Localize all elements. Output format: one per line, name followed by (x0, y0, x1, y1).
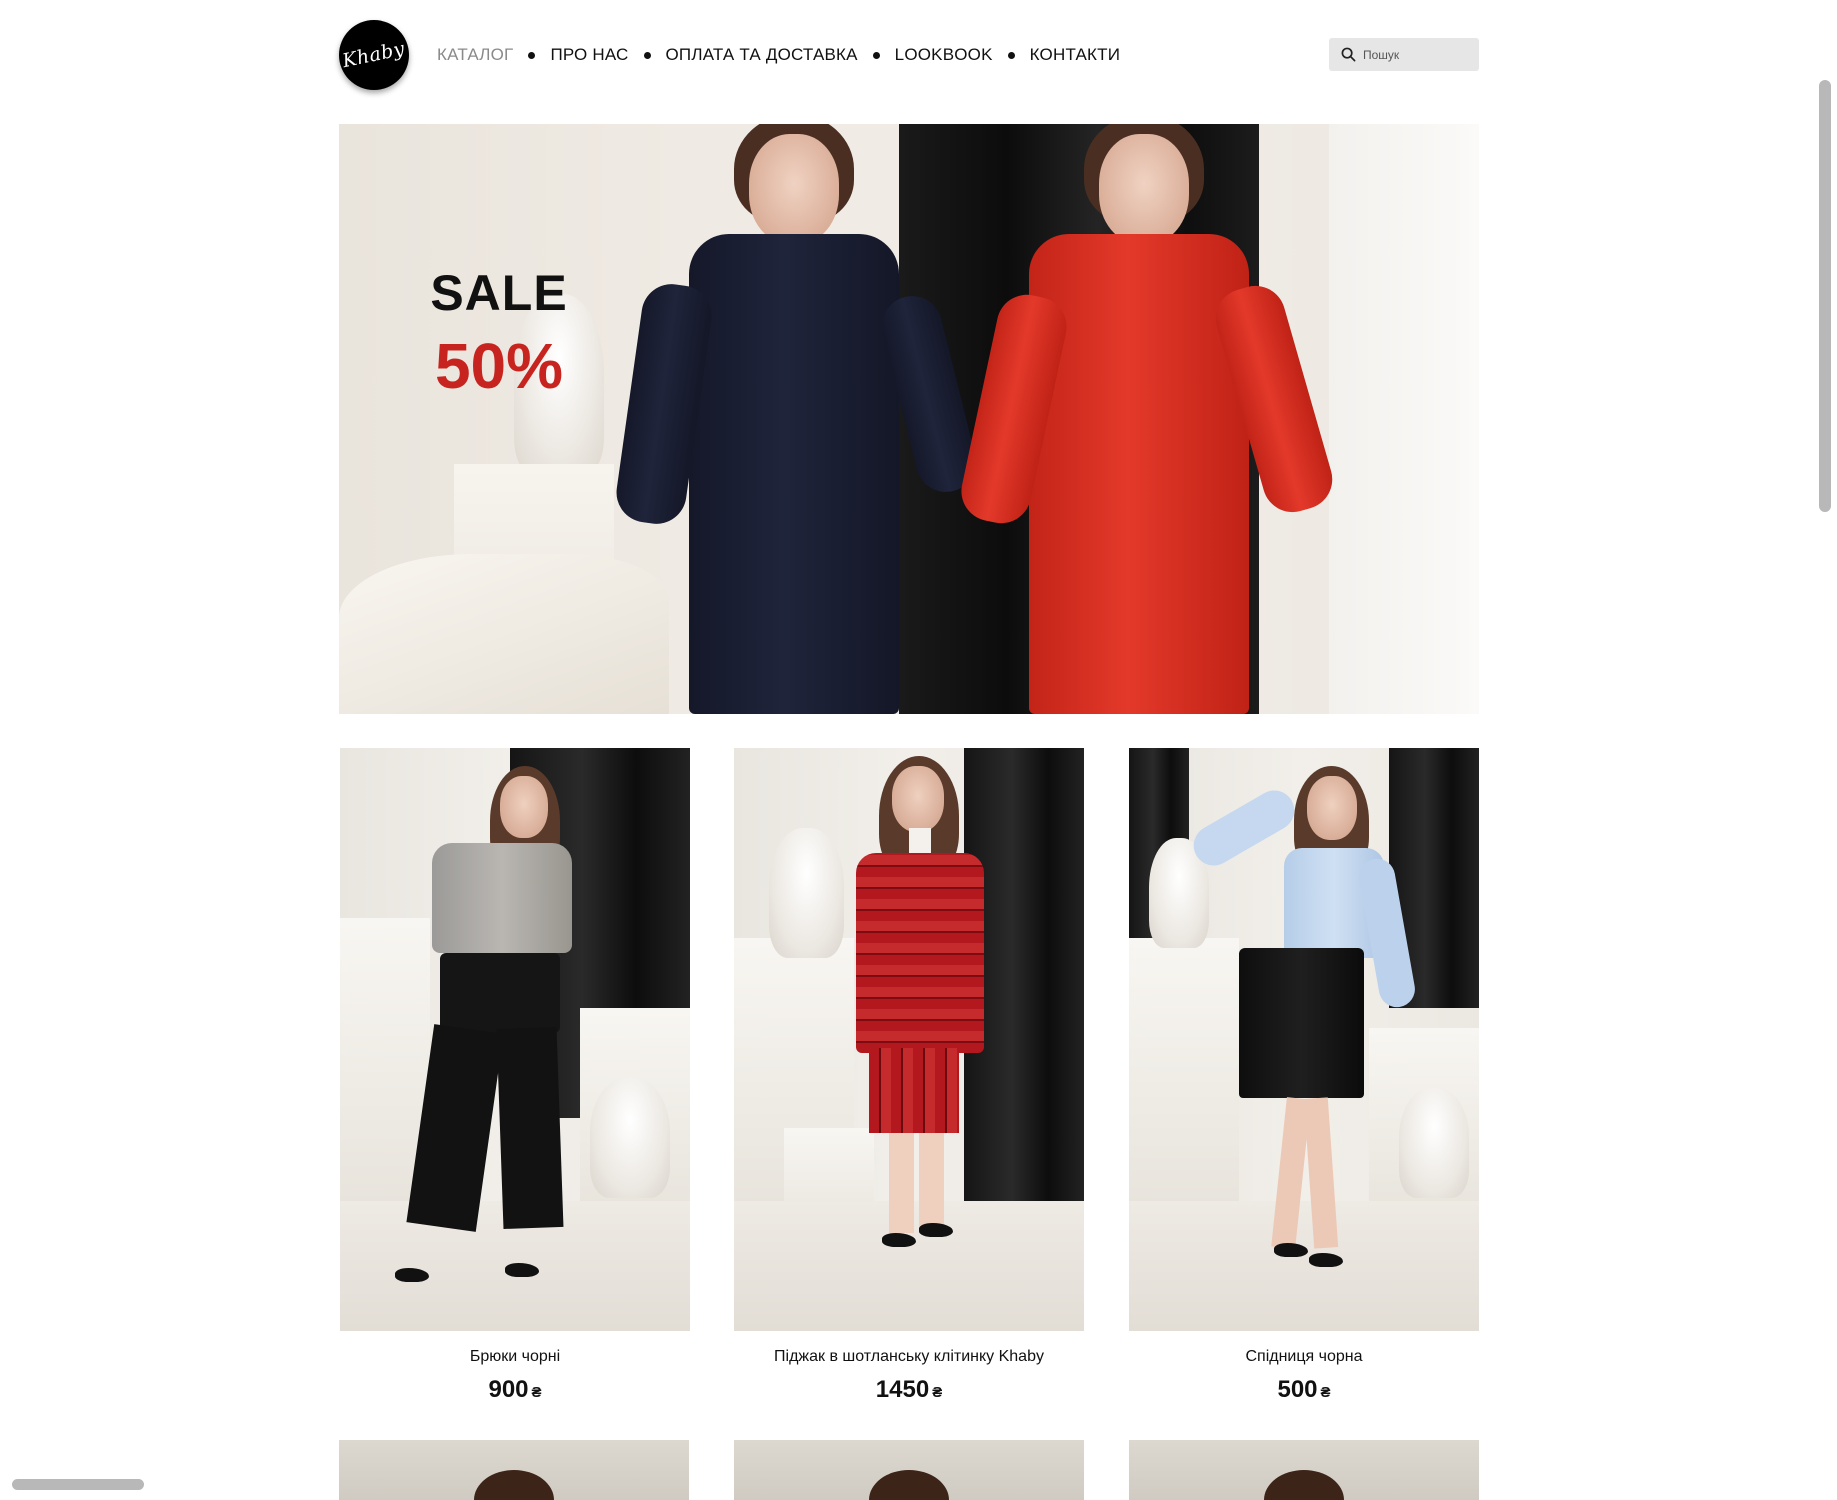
currency-symbol: ₴ (1320, 1384, 1331, 1401)
model-face (1099, 134, 1189, 244)
product-image-next-row[interactable] (1129, 1440, 1479, 1500)
model-face (749, 134, 839, 244)
banner-cloth (339, 554, 669, 714)
site-header: Khaby КАТАЛОГ ПРО НАС ОПЛАТА ТА ДОСТАВКА… (339, 18, 1479, 92)
search-icon[interactable] (1333, 38, 1363, 71)
horizontal-scrollbar[interactable] (12, 1479, 144, 1490)
product-card[interactable]: Піджак в шотланську клітинку Khaby 1450 ₴ (734, 748, 1084, 1404)
nav-item-contacts[interactable]: КОНТАКТИ (1030, 45, 1120, 65)
vertical-scrollbar[interactable] (1819, 80, 1831, 512)
sale-banner[interactable]: SALE 50% (339, 124, 1479, 714)
page: Khaby КАТАЛОГ ПРО НАС ОПЛАТА ТА ДОСТАВКА… (0, 0, 1837, 1500)
nav-item-catalog[interactable]: КАТАЛОГ (437, 45, 513, 65)
nav-item-payment-delivery[interactable]: ОПЛАТА ТА ДОСТАВКА (666, 45, 858, 65)
currency-symbol: ₴ (932, 1384, 943, 1401)
sale-title: SALE (430, 265, 568, 321)
product-name[interactable]: Спідниця чорна (1129, 1348, 1479, 1366)
nav-separator-dot (872, 51, 880, 59)
brand-logo-text: Khaby (340, 37, 408, 73)
search-box[interactable] (1329, 38, 1479, 71)
product-name[interactable]: Піджак в шотланську клітинку Khaby (734, 1348, 1084, 1366)
product-image-next-row[interactable] (339, 1440, 689, 1500)
product-image[interactable] (734, 748, 1084, 1331)
currency-symbol: ₴ (531, 1384, 542, 1401)
product-name[interactable]: Брюки чорні (340, 1348, 690, 1366)
nav-item-lookbook[interactable]: LOOKBOOK (895, 45, 993, 65)
nav-separator-dot (1007, 51, 1015, 59)
product-card[interactable]: Спідниця чорна 500 ₴ (1129, 748, 1479, 1404)
product-price: 500 ₴ (1129, 1376, 1479, 1404)
navy-dress (689, 234, 899, 714)
product-image-next-row[interactable] (734, 1440, 1084, 1500)
product-price-value: 1450 (875, 1376, 930, 1403)
search-input[interactable] (1363, 47, 1463, 62)
product-price: 1450 ₴ (734, 1376, 1084, 1404)
product-card[interactable]: Брюки чорні 900 ₴ (340, 748, 690, 1404)
product-price-value: 500 (1277, 1376, 1318, 1403)
product-price-value: 900 (488, 1376, 529, 1403)
main-nav: КАТАЛОГ ПРО НАС ОПЛАТА ТА ДОСТАВКА LOOKB… (437, 18, 1120, 92)
product-image[interactable] (340, 748, 690, 1331)
nav-separator-dot (528, 51, 536, 59)
sale-discount: 50% (434, 330, 564, 402)
product-price: 900 ₴ (340, 1376, 690, 1404)
brand-logo[interactable]: Khaby (339, 20, 409, 90)
nav-item-about[interactable]: ПРО НАС (550, 45, 628, 65)
banner-window-light (1329, 124, 1479, 714)
red-dress (1029, 234, 1249, 714)
product-image[interactable] (1129, 748, 1479, 1331)
nav-separator-dot (643, 51, 651, 59)
